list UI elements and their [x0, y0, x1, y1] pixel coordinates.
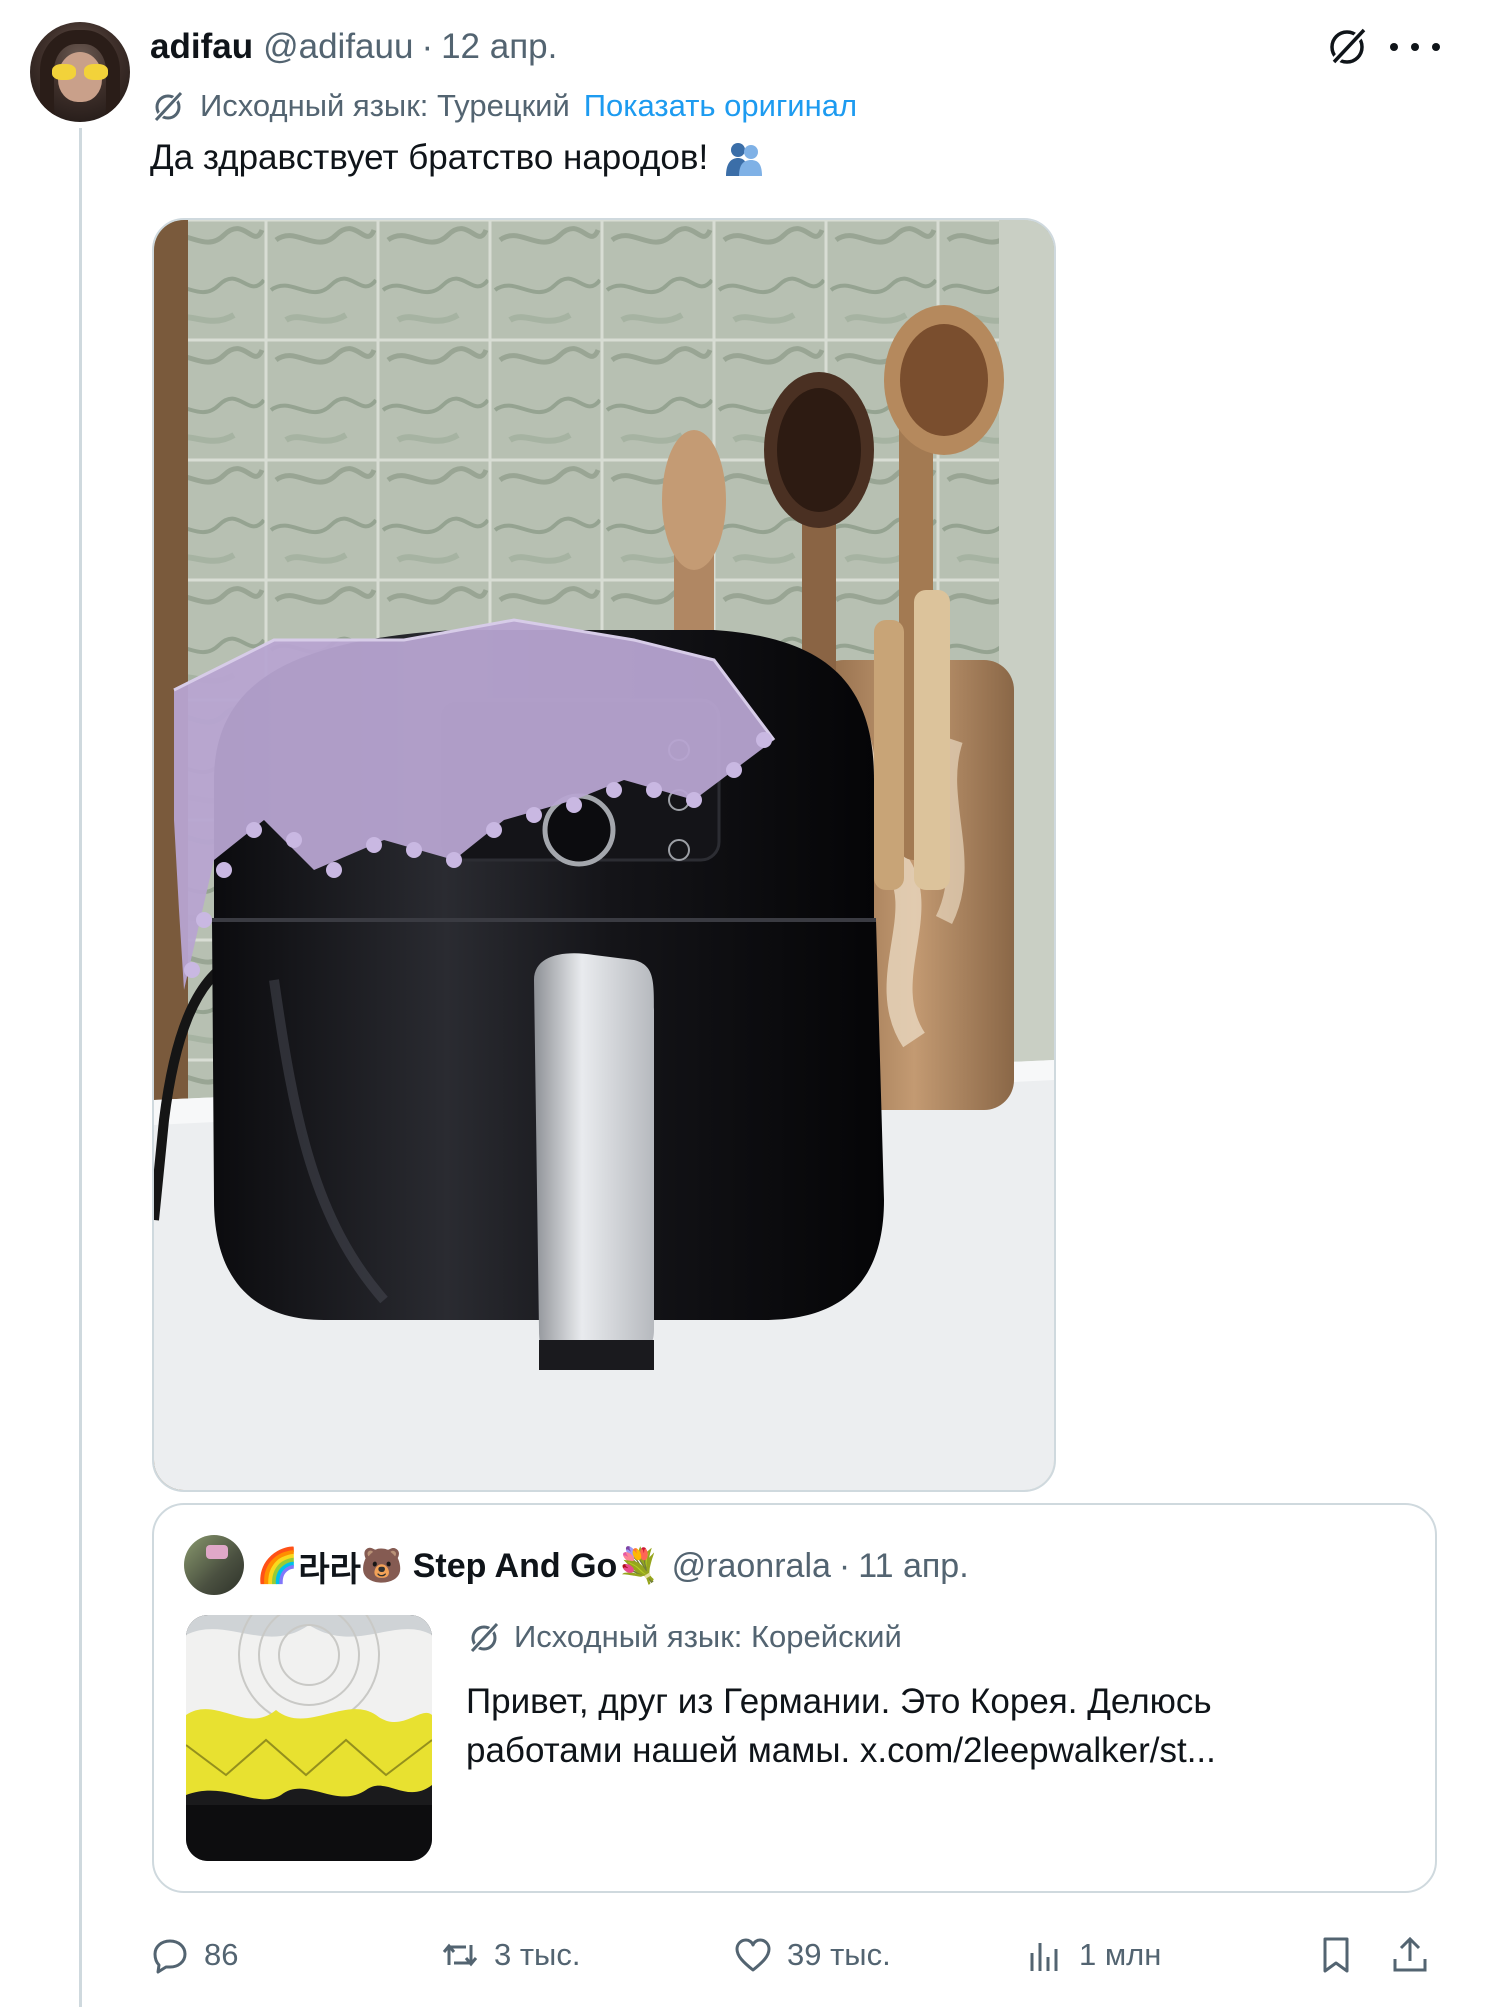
action-bar: 86 3 тыс. 39 тыс. 1 млн — [150, 1925, 1440, 1985]
quoted-tweet-header: 🌈 라라 🐻 Step And Go 💐 @raonrala · 11 апр. — [256, 1539, 969, 1593]
quoted-source-language: Исходный язык: Корейский — [514, 1619, 902, 1654]
quoted-text-line-1: Привет, друг из Германии. Это Корея. Дел… — [466, 1682, 1212, 1721]
translation-row: Исходный язык: Турецкий Показать оригина… — [150, 84, 857, 128]
tweet-date[interactable]: 12 апр. — [441, 27, 557, 67]
tweet-text-row: Да здравствует братство народов! — [150, 138, 764, 178]
quoted-author-name[interactable]: 🌈 라라 🐻 Step And Go 💐 — [256, 1542, 660, 1591]
author-avatar[interactable] — [30, 22, 130, 122]
quoted-author-avatar[interactable] — [184, 1535, 244, 1595]
quoted-tweet-date[interactable]: 11 апр. — [858, 1547, 968, 1586]
author-name[interactable]: adifau — [150, 27, 253, 67]
bear-emoji: 🐻 — [360, 1547, 404, 1585]
more-icon[interactable] — [1390, 30, 1440, 64]
translate-icon — [153, 90, 184, 123]
reply-icon — [153, 1939, 187, 1974]
share-button[interactable] — [1390, 1925, 1444, 1985]
people-hugging-emoji — [726, 143, 763, 176]
quoted-translation-row: Исходный язык: Корейский — [466, 1615, 902, 1659]
quoted-author-handle[interactable]: @raonrala — [672, 1547, 831, 1586]
quoted-header-separator: · — [838, 1546, 851, 1585]
views-count: 1 млн — [1079, 1937, 1162, 1972]
repost-count: 3 тыс. — [494, 1937, 581, 1972]
author-handle[interactable]: @adifauu — [263, 27, 413, 67]
views-icon — [1030, 1943, 1058, 1971]
quoted-tweet-text: Привет, друг из Германии. Это Корея. Дел… — [466, 1677, 1406, 1775]
tweet-text: Да здравствует братство народов! — [150, 138, 709, 177]
bookmark-button[interactable] — [1316, 1925, 1370, 1985]
translate-icon — [469, 1621, 500, 1654]
quoted-author-name-korean: 라라 — [298, 1550, 361, 1589]
thread-line — [79, 128, 82, 2007]
reply-button[interactable]: 86 — [150, 1925, 238, 1985]
source-language: Исходный язык: Турецкий — [200, 88, 570, 123]
like-button[interactable]: 39 тыс. — [733, 1925, 891, 1985]
repost-icon — [442, 1943, 478, 1967]
share-icon — [1393, 1936, 1427, 1972]
reply-count: 86 — [204, 1937, 239, 1972]
like-count: 39 тыс. — [787, 1937, 891, 1972]
quoted-author-name-main: Step And Go — [403, 1546, 618, 1585]
views-button[interactable]: 1 млн — [1025, 1925, 1161, 1985]
like-icon — [735, 1938, 771, 1972]
avatar-glasses — [52, 64, 108, 80]
rainbow-emoji: 🌈 — [256, 1547, 299, 1585]
quoted-tweet[interactable]: 🌈 라라 🐻 Step And Go 💐 @raonrala · 11 апр.… — [152, 1503, 1437, 1893]
tweet-header: adifau @adifauu · 12 апр. — [150, 22, 557, 72]
bookmark-icon — [1323, 1937, 1349, 1973]
quoted-text-line-2[interactable]: работами нашей мамы. x.com/2leepwalker/s… — [466, 1726, 1406, 1775]
header-separator: · — [421, 27, 434, 66]
repost-button[interactable]: 3 тыс. — [440, 1925, 580, 1985]
bouquet-emoji: 💐 — [617, 1547, 660, 1585]
quoted-tweet-thumbnail[interactable] — [186, 1615, 432, 1861]
grok-icon[interactable] — [1326, 24, 1370, 68]
show-original-link[interactable]: Показать оригинал — [584, 88, 857, 124]
tweet-photo[interactable] — [152, 218, 1056, 1492]
